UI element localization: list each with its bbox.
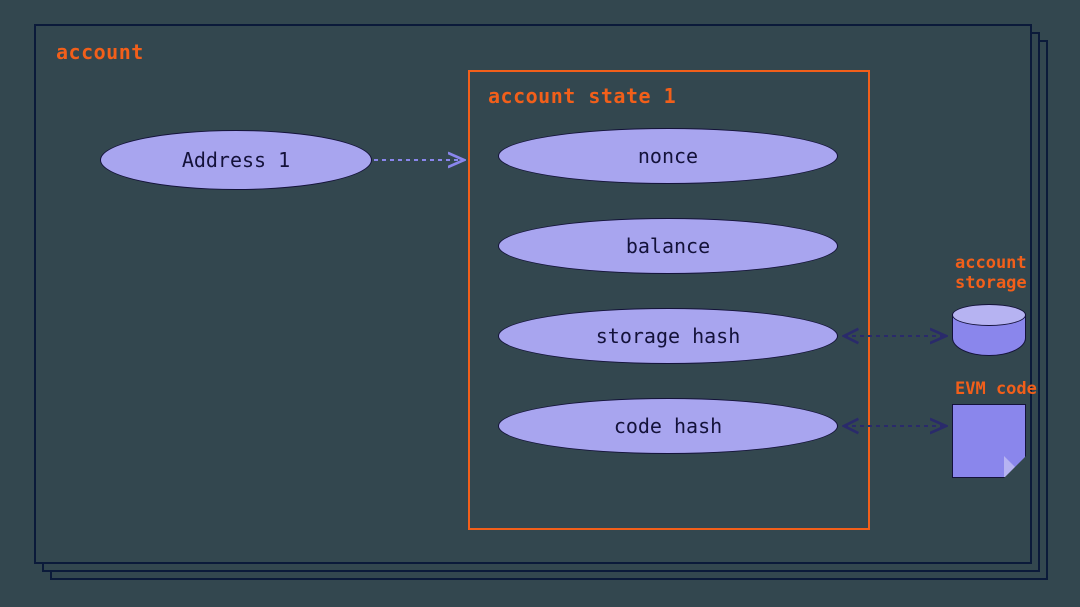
account-state-title: account state 1 bbox=[488, 84, 676, 108]
field-storage-hash-label: storage hash bbox=[596, 324, 741, 348]
database-icon bbox=[952, 304, 1026, 360]
field-balance: balance bbox=[498, 218, 838, 274]
field-code-hash: code hash bbox=[498, 398, 838, 454]
document-icon bbox=[952, 404, 1026, 478]
arrow-code-hash bbox=[838, 416, 954, 436]
field-balance-label: balance bbox=[626, 234, 710, 258]
account-card-title: account bbox=[56, 40, 144, 64]
arrow-storage-hash bbox=[838, 326, 954, 346]
field-nonce-label: nonce bbox=[638, 144, 698, 168]
address-node: Address 1 bbox=[100, 130, 372, 190]
field-storage-hash: storage hash bbox=[498, 308, 838, 364]
field-nonce: nonce bbox=[498, 128, 838, 184]
diagram-stage: account Address 1 account state 1 nonce … bbox=[0, 0, 1080, 607]
arrow-address-to-state bbox=[372, 150, 472, 170]
account-storage-label: account storage bbox=[955, 254, 1055, 293]
evm-code-label: EVM code bbox=[955, 380, 1055, 400]
address-label: Address 1 bbox=[182, 148, 290, 172]
field-code-hash-label: code hash bbox=[614, 414, 722, 438]
